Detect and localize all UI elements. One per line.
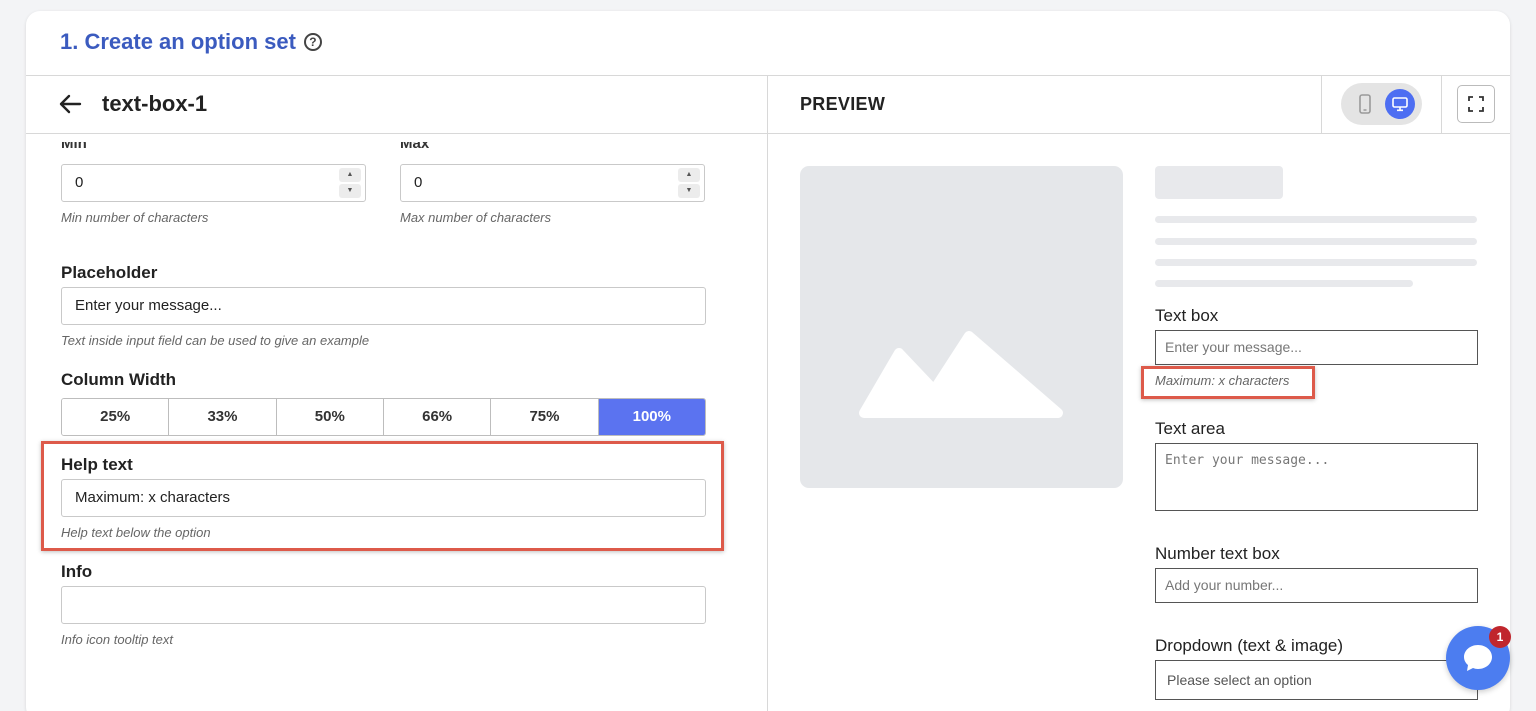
decrement-icon[interactable]: ▼ [339, 184, 361, 198]
preview-label: PREVIEW [800, 94, 886, 114]
decrement-icon[interactable]: ▼ [678, 184, 700, 198]
width-option-100[interactable]: 100% [598, 399, 705, 435]
column-width-label: Column Width [61, 370, 177, 389]
header-divider [26, 75, 1510, 76]
max-label: Max [400, 142, 430, 151]
panel-divider [767, 75, 768, 711]
device-toggle [1341, 83, 1422, 125]
preview-dropdown-label: Dropdown (text & image) [1155, 636, 1344, 655]
info-label: Info [61, 562, 93, 581]
preview-number-input[interactable]: Add your number... [1155, 568, 1478, 603]
min-stepper[interactable]: ▲ ▼ [339, 168, 361, 198]
option-set-card: 1. Create an option set ? text-box-1 PRE… [26, 11, 1510, 711]
increment-icon[interactable]: ▲ [678, 168, 700, 182]
increment-icon[interactable]: ▲ [339, 168, 361, 182]
mobile-view-icon[interactable] [1354, 93, 1376, 115]
placeholder-input[interactable]: Enter your message... [61, 287, 706, 325]
help-text-label: Help text [61, 455, 133, 474]
width-option-25[interactable]: 25% [62, 399, 170, 435]
width-option-75[interactable]: 75% [491, 399, 599, 435]
image-icon [859, 331, 1063, 418]
width-option-50[interactable]: 50% [276, 399, 384, 435]
max-stepper[interactable]: ▲ ▼ [678, 168, 700, 198]
option-name: text-box-1 [102, 91, 208, 116]
fullscreen-button[interactable] [1457, 85, 1495, 123]
max-input[interactable]: 0 ▲ ▼ [400, 164, 705, 202]
help-text-input[interactable]: Maximum: x characters [61, 479, 706, 517]
width-option-66[interactable]: 66% [383, 399, 492, 435]
page-title: 1. Create an option set ? [60, 29, 322, 55]
preview-number-label: Number text box [1155, 544, 1280, 563]
placeholder-label: Placeholder [61, 263, 158, 282]
placeholder-hint: Text inside input field can be used to g… [61, 333, 370, 348]
text-skeleton-3 [1155, 259, 1477, 266]
width-option-33[interactable]: 33% [169, 399, 277, 435]
preview-text-area[interactable]: Enter your message... [1155, 443, 1478, 511]
min-input[interactable]: 0 ▲ ▼ [61, 164, 366, 202]
info-hint: Info icon tooltip text [61, 632, 174, 647]
toolbar-divider [26, 133, 1510, 134]
min-label: Min [61, 142, 87, 151]
question-circle-icon[interactable]: ? [303, 33, 322, 51]
min-hint: Min number of characters [61, 210, 209, 225]
text-skeleton-2 [1155, 238, 1477, 245]
toolbar-divider-1 [1321, 75, 1322, 133]
preview-help-text: Maximum: x characters [1155, 373, 1290, 388]
preview-text-area-label: Text area [1155, 419, 1225, 438]
preview-text-box[interactable]: Enter your message... [1155, 330, 1478, 365]
help-text-hint: Help text below the option [61, 525, 211, 540]
max-hint: Max number of characters [400, 210, 552, 225]
desktop-view-button[interactable] [1385, 89, 1415, 119]
min-value: 0 [75, 174, 84, 191]
toolbar-divider-2 [1441, 75, 1442, 133]
back-arrow-icon[interactable] [56, 90, 84, 118]
preview-dropdown[interactable]: Please select an option [1155, 660, 1478, 700]
title-skeleton [1155, 166, 1283, 199]
column-width-selector: 25% 33% 50% 66% 75% 100% [61, 398, 706, 436]
page-title-text: 1. Create an option set [60, 29, 296, 54]
max-value: 0 [414, 174, 423, 191]
chat-bubble-icon [1464, 645, 1492, 671]
preview-text-box-label: Text box [1155, 306, 1219, 325]
text-skeleton-4 [1155, 280, 1413, 287]
text-skeleton-1 [1155, 216, 1477, 223]
image-placeholder [800, 166, 1123, 488]
info-input[interactable] [61, 586, 706, 624]
expand-icon [1468, 96, 1484, 112]
notification-badge: 1 [1489, 626, 1511, 648]
desktop-icon [1392, 97, 1408, 112]
